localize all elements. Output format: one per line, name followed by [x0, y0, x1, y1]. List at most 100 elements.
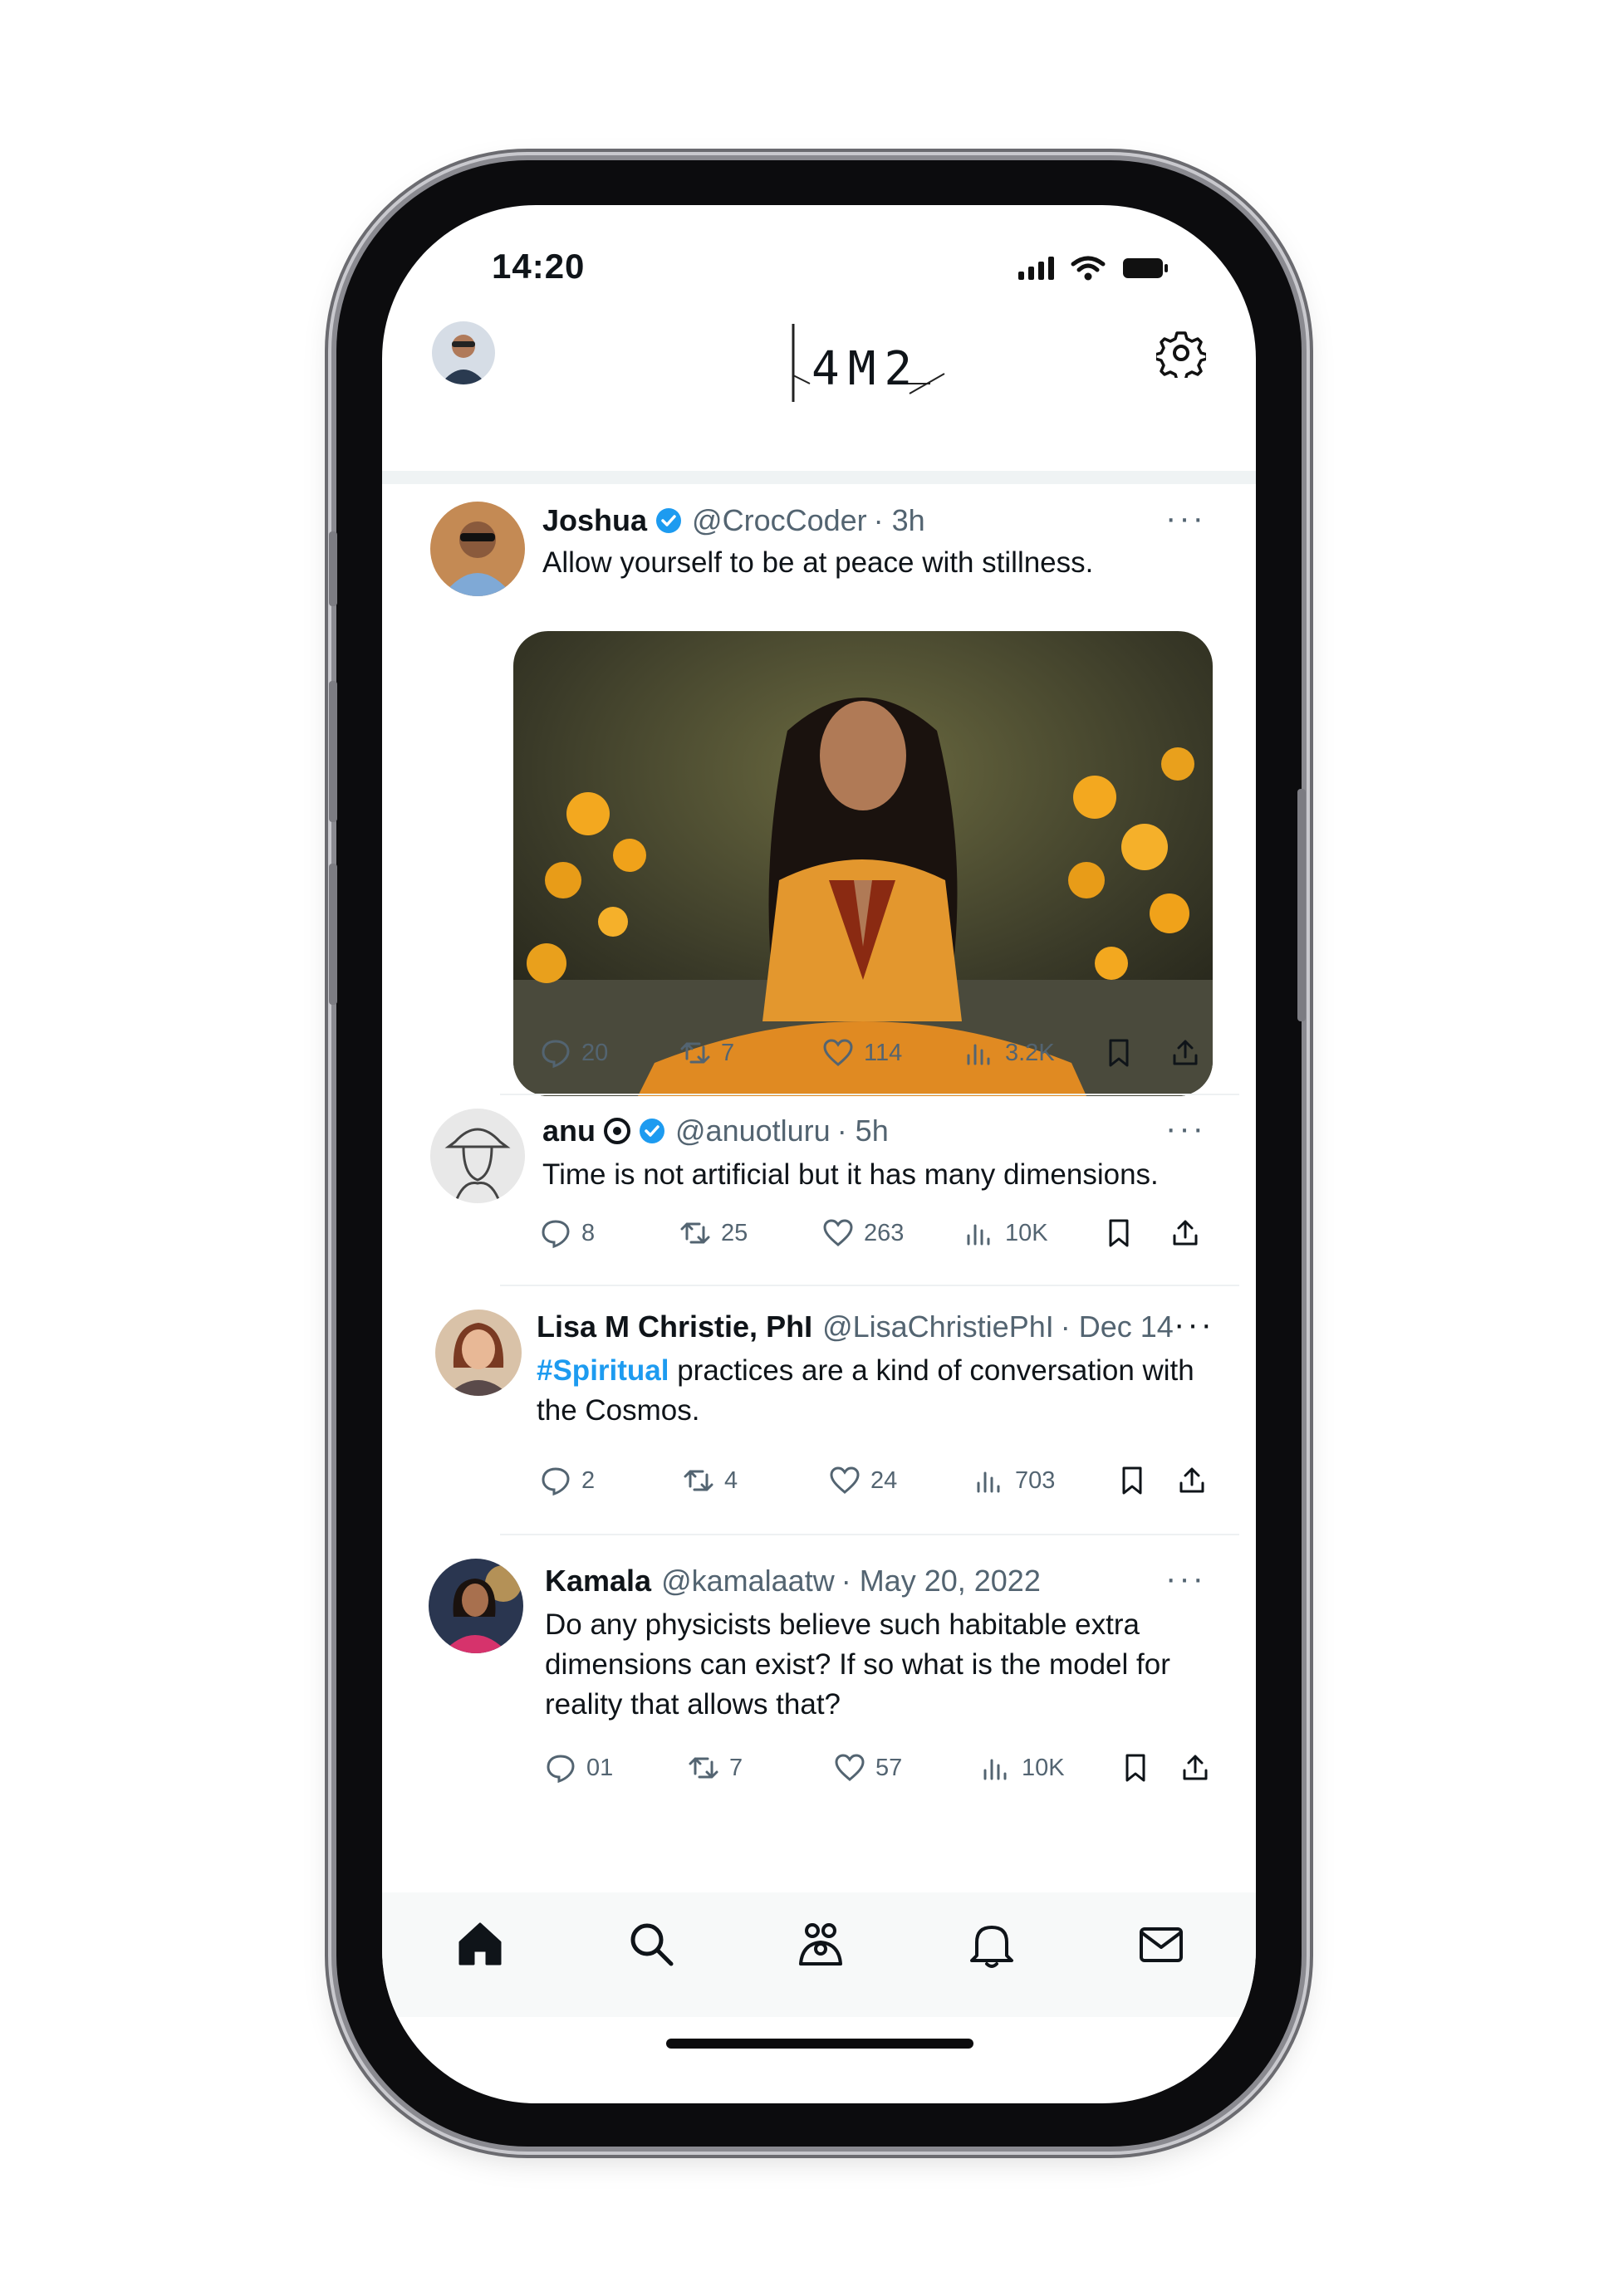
views-button[interactable]: 3.2K [964, 1037, 1055, 1069]
tweet-avatar[interactable] [429, 1559, 523, 1653]
tweet-header: anu @anuotluru · 5h [542, 1114, 889, 1148]
communities-icon[interactable] [794, 1917, 847, 1970]
like-count: 57 [875, 1754, 903, 1781]
reply-count: 01 [586, 1754, 614, 1781]
like-count: 114 [864, 1039, 903, 1066]
search-icon[interactable] [625, 1917, 678, 1970]
tweet-time: · 3h [873, 503, 925, 537]
tweet-time: · May 20, 2022 [841, 1564, 1041, 1598]
like-button[interactable]: 57 [834, 1752, 902, 1784]
home-indicator[interactable] [666, 2039, 973, 2049]
views-count: 3.2K [1005, 1039, 1055, 1066]
logo-text: 4M2 [812, 342, 921, 396]
share-button[interactable] [1176, 1465, 1208, 1496]
tweet-header: Lisa M Christie, PhI @LisaChristiePhI · … [537, 1310, 1174, 1344]
bookmark-button[interactable] [1103, 1217, 1135, 1249]
tweet-actions: 20 7 114 3.2K [382, 1037, 1256, 1079]
views-button[interactable]: 10K [964, 1217, 1048, 1249]
views-button[interactable]: 703 [973, 1465, 1055, 1496]
tweet-author-name[interactable]: Joshua [542, 503, 647, 538]
settings-gear-icon[interactable] [1156, 328, 1206, 378]
retweet-count: 25 [721, 1219, 748, 1246]
tweet-header: Joshua @CrocCoder · 3h [542, 503, 925, 538]
tweet-author-name[interactable]: Lisa M Christie, PhI [537, 1310, 812, 1344]
share-button[interactable] [1169, 1217, 1201, 1249]
bookmark-button[interactable] [1120, 1752, 1151, 1784]
tweet-handle[interactable]: @CrocCoder [692, 503, 867, 538]
profile-avatar-button[interactable] [432, 321, 495, 384]
mute-switch [329, 531, 337, 606]
reply-button[interactable]: 20 [540, 1037, 608, 1069]
wifi-icon [1071, 256, 1106, 281]
more-options-icon[interactable]: ··· [1165, 500, 1206, 537]
like-count: 24 [870, 1466, 898, 1494]
tweet-divider [500, 1094, 1239, 1095]
tweet-avatar[interactable] [430, 1109, 525, 1203]
tweet-avatar[interactable] [435, 1310, 522, 1396]
retweet-button[interactable]: 7 [679, 1037, 734, 1069]
tweet-author-name[interactable]: anu [542, 1114, 596, 1148]
status-time: 14:20 [492, 247, 586, 286]
bottom-nav [382, 1892, 1256, 2017]
tweet-text: #Spiritual practices are a kind of conve… [537, 1351, 1201, 1431]
tweet-handle[interactable]: @anuotluru [675, 1114, 831, 1148]
retweet-button[interactable]: 25 [679, 1217, 748, 1249]
tweet-text: Do any physicists believe such habitable… [545, 1608, 1170, 1721]
more-options-icon[interactable]: ··· [1174, 1306, 1214, 1344]
tweet-time: · Dec 14 [1060, 1310, 1174, 1344]
home-icon[interactable] [454, 1917, 507, 1970]
like-button[interactable]: 263 [822, 1217, 904, 1249]
status-icons [1018, 255, 1169, 281]
reply-count: 2 [581, 1466, 596, 1494]
tweet-text: Time is not artificial but it has many d… [542, 1158, 1159, 1191]
more-options-icon[interactable]: ··· [1165, 1110, 1206, 1148]
retweet-button[interactable]: 7 [688, 1752, 743, 1784]
like-button[interactable]: 24 [829, 1465, 897, 1496]
bookmark-button[interactable] [1116, 1465, 1148, 1496]
retweet-count: 4 [724, 1466, 738, 1494]
tweet-author-name[interactable]: Kamala [545, 1564, 651, 1598]
volume-down-button [329, 864, 337, 1005]
tweet-time: · 5h [836, 1114, 889, 1148]
like-count: 263 [864, 1219, 905, 1246]
views-count: 703 [1015, 1466, 1056, 1494]
like-button[interactable]: 114 [822, 1037, 902, 1069]
reply-button[interactable]: 8 [540, 1217, 595, 1249]
tweet-divider [500, 1285, 1239, 1286]
retweet-count: 7 [721, 1039, 735, 1066]
app-logo: 4M2 [760, 317, 959, 409]
views-button[interactable]: 10K [980, 1752, 1065, 1784]
tweet[interactable]: Joshua @CrocCoder · 3h ··· Allow yoursel… [382, 492, 1256, 1096]
tweet-header: Kamala @kamalaatw · May 20, 2022 [545, 1564, 1041, 1598]
verified-badge-icon [656, 508, 682, 533]
bookmark-button[interactable] [1103, 1037, 1135, 1069]
app-screen: 14:20 4M2 Joshua @CrocCoder · 3h ··· All… [382, 205, 1256, 2103]
reply-button[interactable]: 2 [540, 1465, 595, 1496]
hashtag-link[interactable]: #Spiritual [537, 1354, 669, 1387]
share-button[interactable] [1169, 1037, 1201, 1069]
volume-up-button [329, 681, 337, 822]
tweet-handle[interactable]: @LisaChristiePhI [822, 1310, 1054, 1344]
battery-icon [1123, 258, 1168, 278]
tweet-divider [500, 1534, 1239, 1535]
cellular-signal-icon [1018, 257, 1054, 280]
messages-icon[interactable] [1135, 1917, 1188, 1970]
reply-button[interactable]: 01 [545, 1752, 613, 1784]
tweet-text: Allow yourself to be at peace with still… [542, 546, 1094, 579]
tweet-handle[interactable]: @kamalaatw [661, 1564, 835, 1598]
verified-badge-icon [640, 1119, 665, 1143]
retweet-button[interactable]: 4 [683, 1465, 738, 1496]
tweet-actions: 8 25 263 10K [382, 1217, 1256, 1259]
retweet-count: 7 [729, 1754, 743, 1781]
circle-badge-icon [604, 1118, 631, 1144]
tweet-actions: 01 7 57 10K [382, 1752, 1256, 1794]
more-options-icon[interactable]: ··· [1165, 1560, 1206, 1598]
tweet-avatar[interactable] [430, 502, 525, 596]
views-count: 10K [1005, 1219, 1048, 1246]
power-button [1297, 789, 1306, 1021]
reply-count: 8 [581, 1219, 596, 1246]
tweet-image[interactable] [513, 631, 1213, 1096]
views-count: 10K [1022, 1754, 1065, 1781]
notifications-icon[interactable] [965, 1917, 1018, 1970]
share-button[interactable] [1179, 1752, 1211, 1784]
